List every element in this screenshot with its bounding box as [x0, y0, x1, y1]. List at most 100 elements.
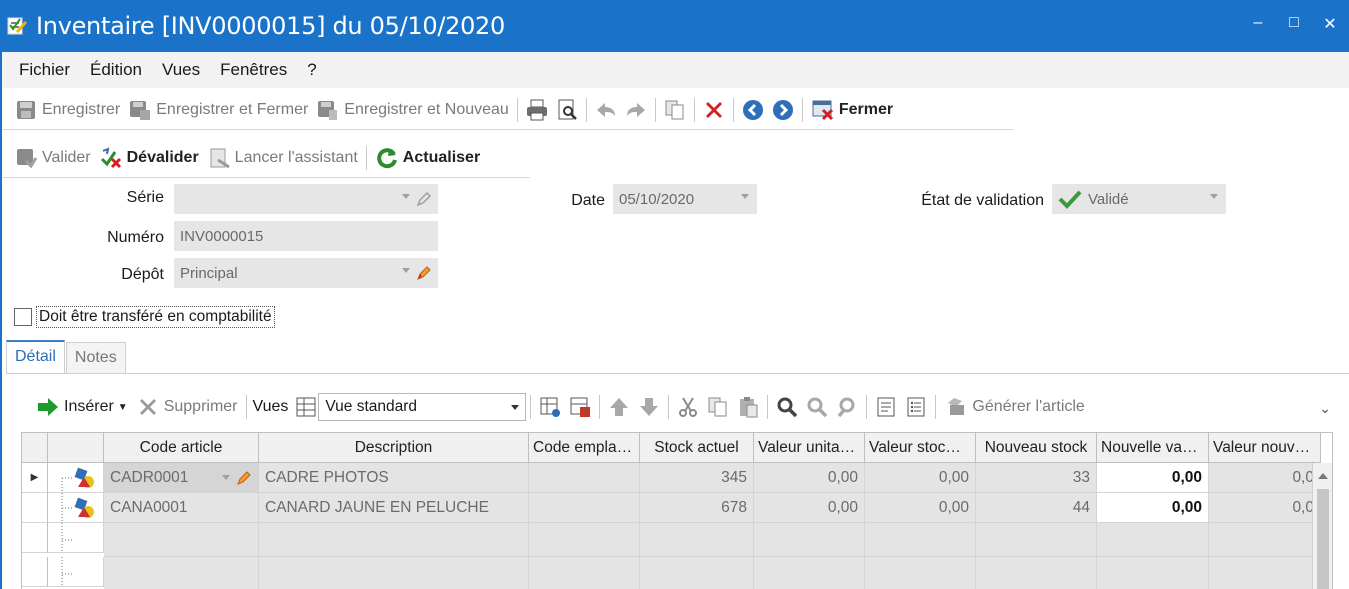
- cell-nouveau-stock[interactable]: 44: [976, 493, 1097, 523]
- search-next-icon[interactable]: [835, 395, 859, 419]
- header-nouvelle-valeur[interactable]: Nouvelle va…: [1097, 433, 1209, 463]
- cell-nouvelle-valeur[interactable]: 0,00: [1097, 463, 1209, 493]
- depot-dropdown-arrow-icon[interactable]: [402, 268, 410, 273]
- save-button[interactable]: Enregistrer: [10, 94, 124, 126]
- move-down-icon[interactable]: [637, 395, 661, 419]
- search-magnifier-icon[interactable]: [775, 395, 799, 419]
- depot-edit-pen-icon[interactable]: [416, 265, 432, 281]
- toolbar-separator: [585, 97, 587, 122]
- close-window-button[interactable]: ✕: [1323, 14, 1337, 34]
- menu-edition[interactable]: Édition: [80, 53, 152, 87]
- cell-stock-actuel[interactable]: 678: [640, 493, 754, 523]
- view-select[interactable]: Vue standard: [318, 393, 527, 421]
- view-select-dropdown-icon[interactable]: [511, 405, 520, 410]
- tree-line-icon: [61, 523, 74, 552]
- date-dropdown-arrow-icon[interactable]: [741, 194, 749, 199]
- search-previous-icon[interactable]: [805, 395, 829, 419]
- cell-emplacement[interactable]: [529, 463, 640, 493]
- header-valeur-stock[interactable]: Valeur stoc…: [865, 433, 976, 463]
- tab-divider: [6, 373, 1349, 374]
- close-button[interactable]: Fermer: [807, 94, 897, 126]
- cut-scissors-icon[interactable]: [676, 395, 700, 419]
- cell-code-article[interactable]: CADR0001: [104, 463, 259, 493]
- document-lines-icon[interactable]: [874, 395, 898, 419]
- delete-x-icon[interactable]: [702, 98, 726, 122]
- collapse-chevron-icon[interactable]: ⌄: [1319, 400, 1331, 417]
- undo-arrow-icon[interactable]: [594, 98, 618, 122]
- previous-record-icon[interactable]: [741, 98, 765, 122]
- transfer-accounting-checkbox[interactable]: [14, 308, 32, 326]
- menu-help[interactable]: ?: [297, 53, 326, 87]
- numero-field[interactable]: INV0000015: [174, 221, 438, 251]
- insert-button[interactable]: Insérer ▼: [32, 391, 132, 423]
- depot-combo[interactable]: Principal: [174, 258, 438, 288]
- menu-fenetres[interactable]: Fenêtres: [210, 53, 297, 87]
- cell-description[interactable]: CADRE PHOTOS: [259, 463, 529, 493]
- header-stock-actuel[interactable]: Stock actuel: [640, 433, 754, 463]
- scroll-thumb[interactable]: [1317, 489, 1329, 589]
- date-picker[interactable]: 05/10/2020: [613, 184, 757, 214]
- empty-cell: [640, 523, 754, 557]
- cell-valeur-unitaire[interactable]: 0,00: [754, 493, 865, 523]
- cell-code-article[interactable]: CANA0001: [104, 493, 259, 523]
- serie-combo[interactable]: [174, 184, 438, 214]
- cell-stock-actuel[interactable]: 345: [640, 463, 754, 493]
- refresh-button[interactable]: Actualiser: [371, 142, 484, 174]
- scroll-up-arrow-icon[interactable]: [1318, 473, 1328, 479]
- vertical-scrollbar[interactable]: [1312, 463, 1332, 589]
- document-list-icon[interactable]: [904, 395, 928, 419]
- empty-cell: [1209, 523, 1321, 557]
- maximize-button[interactable]: □: [1287, 14, 1301, 34]
- tab-notes[interactable]: Notes: [65, 342, 126, 374]
- validation-state-dropdown-arrow-icon[interactable]: [1210, 194, 1218, 199]
- cell-valeur-nouvelle[interactable]: 0,0: [1209, 463, 1321, 493]
- print-preview-icon[interactable]: [555, 98, 579, 122]
- table-row[interactable]: ▶ CADR0001 CADRE PHOTOS 345 0,00 0,00 33…: [22, 463, 1321, 493]
- insert-dropdown-icon[interactable]: ▼: [118, 402, 128, 413]
- paste-clipboard-icon[interactable]: [736, 395, 760, 419]
- grid-export-icon[interactable]: [568, 395, 592, 419]
- grid-settings-icon[interactable]: [538, 395, 562, 419]
- header-description[interactable]: Description: [259, 433, 529, 463]
- window-controls: – □ ✕: [1251, 14, 1337, 34]
- delete-row-label: Supprimer: [163, 398, 238, 415]
- cell-emplacement[interactable]: [529, 493, 640, 523]
- header-valeur-nouvelle[interactable]: Valeur nouv…: [1209, 433, 1321, 463]
- validation-state-combo[interactable]: Validé: [1052, 184, 1226, 214]
- cell-description[interactable]: CANARD JAUNE EN PELUCHE: [259, 493, 529, 523]
- cell-nouvelle-valeur[interactable]: 0,00: [1097, 493, 1209, 523]
- header-code-emplacement[interactable]: Code empla…: [529, 433, 640, 463]
- validate-button[interactable]: Valider: [10, 142, 95, 174]
- generate-article-button[interactable]: Générer l'article: [940, 391, 1088, 423]
- save-and-close-button[interactable]: Enregistrer et Fermer: [124, 94, 312, 126]
- print-icon[interactable]: [525, 98, 549, 122]
- copy-document-icon[interactable]: [663, 98, 687, 122]
- code-edit-pen-icon[interactable]: [236, 470, 252, 486]
- header-valeur-unitaire[interactable]: Valeur unita…: [754, 433, 865, 463]
- cell-valeur-stock[interactable]: 0,00: [865, 463, 976, 493]
- tab-detail[interactable]: Détail: [6, 340, 65, 374]
- minimize-button[interactable]: –: [1251, 14, 1265, 34]
- cell-nouveau-stock[interactable]: 33: [976, 463, 1097, 493]
- wizard-button[interactable]: Lancer l'assistant: [203, 142, 362, 174]
- cell-valeur-nouvelle[interactable]: 0,0: [1209, 493, 1321, 523]
- menu-fichier[interactable]: Fichier: [2, 53, 80, 87]
- table-row[interactable]: CANA0001 CANARD JAUNE EN PELUCHE 678 0,0…: [22, 493, 1321, 523]
- save-and-new-button[interactable]: Enregistrer et Nouveau: [312, 94, 513, 126]
- menu-vues[interactable]: Vues: [152, 53, 210, 87]
- cell-valeur-unitaire[interactable]: 0,00: [754, 463, 865, 493]
- move-up-icon[interactable]: [607, 395, 631, 419]
- code-dropdown-arrow-icon[interactable]: [222, 475, 230, 480]
- header-code-article[interactable]: Code article: [104, 433, 259, 463]
- delete-row-button[interactable]: Supprimer: [132, 391, 242, 423]
- numero-label: Numéro: [107, 229, 164, 246]
- transfer-accounting-label[interactable]: Doit être transféré en comptabilité: [36, 306, 275, 328]
- next-record-icon[interactable]: [771, 98, 795, 122]
- copy-icon[interactable]: [706, 395, 730, 419]
- serie-dropdown-arrow-icon[interactable]: [402, 194, 410, 199]
- unvalidate-button[interactable]: Dévalider: [95, 142, 203, 174]
- cell-valeur-stock[interactable]: 0,00: [865, 493, 976, 523]
- header-nouveau-stock[interactable]: Nouveau stock: [976, 433, 1097, 463]
- serie-edit-pen-icon[interactable]: [416, 191, 432, 207]
- redo-arrow-icon[interactable]: [624, 98, 648, 122]
